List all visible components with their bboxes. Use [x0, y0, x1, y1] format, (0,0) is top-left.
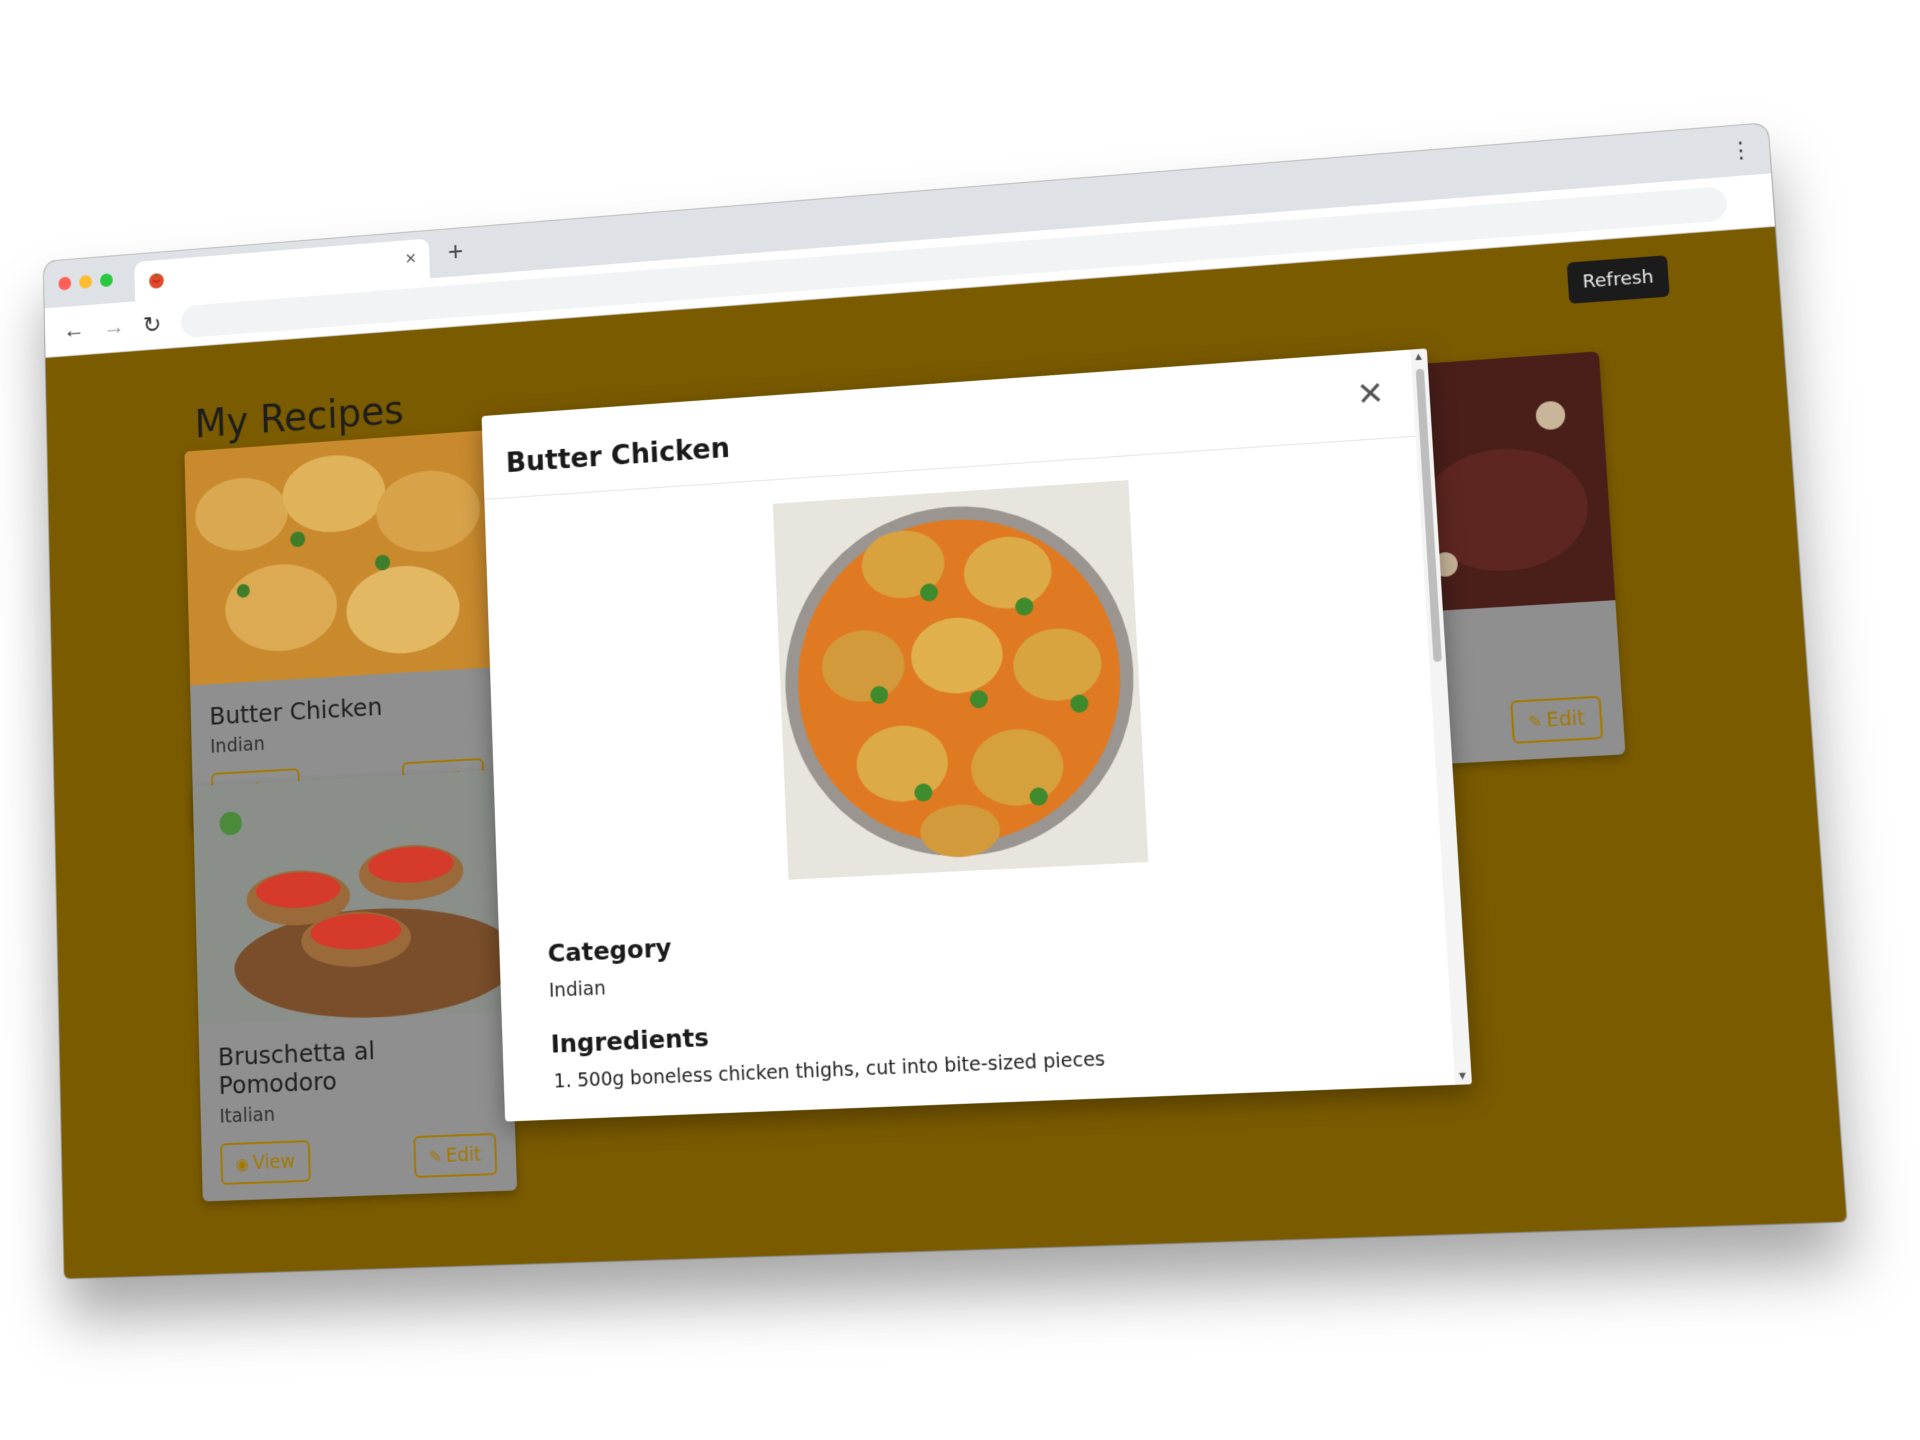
refresh-button[interactable]: Refresh	[1566, 255, 1670, 304]
view-label: View	[252, 1150, 296, 1174]
edit-icon: ✎	[1527, 711, 1543, 732]
stage: × + ⋮ ← → ↻ My Recipes Refresh Butter Ch…	[0, 0, 1920, 1440]
forward-arrow-icon[interactable]: →	[103, 313, 125, 341]
tab-close-icon[interactable]: ×	[405, 248, 417, 271]
card-title: Bruschetta al Pomodoro	[217, 1036, 376, 1101]
modal-title: Butter Chicken	[505, 431, 731, 479]
scroll-down-arrow-icon[interactable]: ▼	[1456, 1070, 1468, 1083]
modal-body: Category Indian Ingredients 500g boneles…	[485, 460, 1470, 1095]
tomato-favicon-icon	[149, 272, 164, 289]
edit-button[interactable]: ✎Edit	[413, 1132, 498, 1178]
close-window-button[interactable]	[58, 276, 72, 291]
butter-chicken-image	[184, 429, 500, 686]
view-button[interactable]: ◉View	[220, 1140, 311, 1185]
browser-menu-icon[interactable]: ⋮	[1728, 137, 1753, 165]
card-body: Bruschetta al Pomodoro Italian ◉ View ✎ Ed…	[199, 1016, 518, 1201]
recipe-card: Butter Chicken Indian ◉View ✎Edit	[184, 429, 505, 831]
butter-chicken-photo	[772, 480, 1149, 880]
edit-label: Edit	[1545, 706, 1586, 732]
page-content: My Recipes Refresh Butter Chicken Indian…	[46, 227, 1847, 1279]
bruschetta-image	[192, 769, 518, 1026]
maximize-window-button[interactable]	[99, 273, 113, 288]
eye-icon: ◉	[235, 1154, 250, 1174]
back-arrow-icon[interactable]: ←	[63, 317, 85, 345]
browser-window: × + ⋮ ← → ↻ My Recipes Refresh Butter Ch…	[43, 123, 1847, 1279]
edit-button[interactable]: ✎Edit	[1509, 695, 1604, 744]
window-controls	[58, 273, 113, 291]
scroll-up-arrow-icon[interactable]: ▲	[1413, 351, 1425, 364]
recipe-card: Bruschetta al Pomodoro Italian ◉ View ✎ Ed…	[192, 769, 518, 1202]
reload-icon[interactable]: ↻	[143, 311, 162, 340]
new-tab-icon[interactable]: +	[447, 236, 463, 268]
minimize-window-button[interactable]	[79, 274, 93, 289]
recipe-modal: Butter Chicken ✕ Category Indian Ingredi…	[481, 348, 1473, 1122]
close-icon[interactable]: ✕	[1356, 374, 1386, 414]
edit-label: Edit	[445, 1143, 482, 1167]
edit-icon: ✎	[428, 1146, 443, 1167]
card-category: Italian	[219, 1103, 276, 1128]
